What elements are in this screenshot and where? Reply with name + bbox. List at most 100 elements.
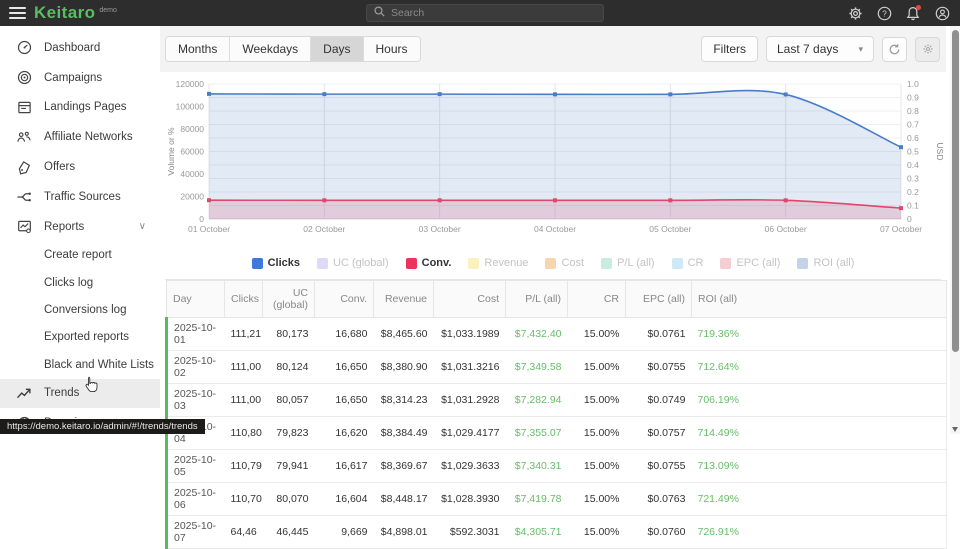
sidebar-subitem-black-and-white-lists[interactable]: Black and White Lists: [0, 351, 160, 378]
table-row[interactable]: 2025-10-05110,7979,94116,617$8,369.67$1,…: [167, 450, 947, 483]
column-header-day[interactable]: Day: [167, 281, 225, 318]
column-header-p-l-all-[interactable]: P/L (all): [506, 281, 568, 318]
legend-swatch: [252, 258, 263, 269]
cell-epc-all-: $0.0761: [626, 318, 692, 351]
campaigns-icon: [16, 70, 32, 86]
cell-cr: 15.00%: [568, 417, 626, 450]
cell-uc-global-: 80,070: [263, 483, 315, 516]
svg-text:02 October: 02 October: [303, 224, 345, 234]
table-row[interactable]: 2025-10-02111,0080,12416,650$8,380.90$1,…: [167, 351, 947, 384]
trends-chart: 01 October02 October03 October04 October…: [160, 72, 946, 251]
legend-item-p-l-all-[interactable]: P/L (all): [601, 257, 655, 269]
svg-text:0.1: 0.1: [907, 201, 919, 211]
sidebar-subitem-conversions-log[interactable]: Conversions log: [0, 296, 160, 323]
cell-clicks: 64,46: [225, 516, 263, 549]
table-row[interactable]: 2025-10-0764,4646,4459,669$4,898.01$592.…: [167, 516, 947, 549]
cell-p-l-all-: $7,282.94: [506, 384, 568, 417]
scrollbar-thumb[interactable]: [952, 30, 959, 352]
chart-settings-button[interactable]: [915, 37, 940, 62]
sidebar-item-label: Campaigns: [44, 72, 102, 84]
table-row[interactable]: 2025-10-04110,8079,82316,620$8,384.49$1,…: [167, 417, 947, 450]
legend-label: Conv.: [422, 257, 452, 269]
cell-day: 2025-10-02: [167, 351, 225, 384]
tab-hours[interactable]: Hours: [364, 37, 420, 61]
sidebar-subitem-clicks-log[interactable]: Clicks log: [0, 269, 160, 296]
legend-item-cost[interactable]: Cost: [545, 257, 584, 269]
controls-bar: MonthsWeekdaysDaysHours Filters Last 7 d…: [160, 26, 946, 72]
legend-item-uc-global-[interactable]: UC (global): [317, 257, 389, 269]
svg-text:0: 0: [907, 214, 912, 224]
cell-uc-global-: 46,445: [263, 516, 315, 549]
column-header-roi-all-[interactable]: ROI (all): [692, 281, 947, 318]
cell-revenue: $4,898.01: [374, 516, 434, 549]
search-icon: [374, 4, 391, 22]
date-range-select[interactable]: Last 7 days ▾: [766, 36, 874, 62]
sidebar-subitem-create-report[interactable]: Create report: [0, 242, 160, 269]
cell-conv-: 16,620: [315, 417, 374, 450]
cell-cr: 15.00%: [568, 483, 626, 516]
main-content: MonthsWeekdaysDaysHours Filters Last 7 d…: [160, 26, 946, 434]
tab-days[interactable]: Days: [311, 37, 363, 61]
legend-label: Revenue: [484, 257, 528, 269]
sidebar-item-campaigns[interactable]: Campaigns: [0, 63, 160, 93]
legend-label: P/L (all): [617, 257, 655, 269]
sidebar-item-trends[interactable]: Trends: [0, 379, 160, 409]
cell-uc-global-: 80,124: [263, 351, 315, 384]
svg-text:120000: 120000: [176, 79, 205, 89]
legend-item-roi-all-[interactable]: ROI (all): [797, 257, 854, 269]
cell-uc-global-: 79,941: [263, 450, 315, 483]
table-row[interactable]: 2025-10-06110,7080,07016,604$8,448.17$1,…: [167, 483, 947, 516]
sidebar-item-label: Landings Pages: [44, 101, 126, 113]
notifications-icon[interactable]: [905, 5, 921, 21]
account-icon[interactable]: [934, 5, 950, 21]
table-row[interactable]: 2025-10-03111,0080,05716,650$8,314.23$1,…: [167, 384, 947, 417]
refresh-button[interactable]: [882, 37, 907, 62]
sidebar-item-affiliate-networks[interactable]: Affiliate Networks: [0, 122, 160, 152]
tab-weekdays[interactable]: Weekdays: [230, 37, 311, 61]
search-box[interactable]: [366, 4, 604, 22]
filters-button[interactable]: Filters: [701, 36, 758, 62]
tab-months[interactable]: Months: [166, 37, 230, 61]
cell-revenue: $8,314.23: [374, 384, 434, 417]
column-header-uc-global-[interactable]: UC (global): [263, 281, 315, 318]
legend-swatch: [468, 258, 479, 269]
legend-item-epc-all-[interactable]: EPC (all): [720, 257, 780, 269]
legend-item-conv-[interactable]: Conv.: [406, 257, 452, 269]
sidebar-item-offers[interactable]: Offers: [0, 152, 160, 182]
svg-text:0: 0: [199, 214, 204, 224]
sidebar-item-traffic-sources[interactable]: Traffic Sources: [0, 182, 160, 212]
column-header-clicks[interactable]: Clicks: [225, 281, 263, 318]
sidebar-subitem-exported-reports[interactable]: Exported reports: [0, 324, 160, 351]
cell-epc-all-: $0.0757: [626, 417, 692, 450]
date-range-value: Last 7 days: [777, 42, 838, 56]
column-header-revenue[interactable]: Revenue: [374, 281, 434, 318]
table-row[interactable]: 2025-10-01111,2180,17316,680$8,465.60$1,…: [167, 318, 947, 351]
settings-icon[interactable]: [847, 5, 863, 21]
cell-conv-: 16,650: [315, 384, 374, 417]
sidebar-item-landings-pages[interactable]: Landings Pages: [0, 93, 160, 123]
trends-table: DayClicksUC (global)Conv.RevenueCostP/L …: [165, 279, 941, 549]
column-header-cost[interactable]: Cost: [434, 281, 506, 318]
help-icon[interactable]: ?: [876, 5, 892, 21]
chevron-down-icon: ∨: [139, 221, 146, 232]
cell-clicks: 111,00: [225, 384, 263, 417]
sidebar-item-dashboard[interactable]: Dashboard: [0, 33, 160, 63]
cell-roi-all-: 721.49%: [692, 483, 947, 516]
legend-item-cr[interactable]: CR: [672, 257, 704, 269]
cell-uc-global-: 79,823: [263, 417, 315, 450]
cell-epc-all-: $0.0755: [626, 450, 692, 483]
trends-icon: [16, 385, 32, 401]
cell-cr: 15.00%: [568, 351, 626, 384]
scrollbar-down-arrow[interactable]: [952, 427, 958, 432]
legend-item-clicks[interactable]: Clicks: [252, 257, 300, 269]
column-header-epc-all-[interactable]: EPC (all): [626, 281, 692, 318]
cell-clicks: 111,21: [225, 318, 263, 351]
column-header-cr[interactable]: CR: [568, 281, 626, 318]
svg-text:80000: 80000: [180, 124, 204, 134]
traffic-icon: [16, 189, 32, 205]
legend-item-revenue[interactable]: Revenue: [468, 257, 528, 269]
menu-icon[interactable]: [0, 0, 30, 26]
search-input[interactable]: [391, 7, 596, 19]
column-header-conv-[interactable]: Conv.: [315, 281, 374, 318]
sidebar-item-reports[interactable]: Reports∨: [0, 212, 160, 242]
